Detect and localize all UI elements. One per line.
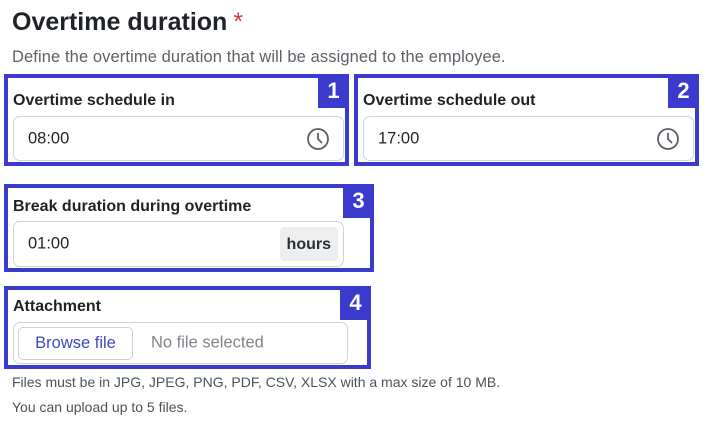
- schedule-out-group: 2 Overtime schedule out 17:00: [354, 74, 699, 166]
- attachment-group: 4 Attachment Browse file No file selecte…: [4, 286, 371, 369]
- badge-3: 3: [343, 184, 374, 218]
- file-status-text: No file selected: [151, 333, 264, 352]
- file-input[interactable]: Browse file No file selected: [13, 322, 348, 364]
- browse-file-button[interactable]: Browse file: [18, 327, 133, 360]
- section-title: Overtime duration *: [12, 8, 243, 37]
- badge-4: 4: [340, 286, 371, 320]
- file-limit-help: You can upload up to 5 files.: [12, 399, 188, 415]
- break-duration-label: Break duration during overtime: [13, 198, 252, 215]
- break-duration-input[interactable]: 01:00 hours: [13, 221, 344, 267]
- break-duration-value: 01:00: [28, 234, 70, 253]
- schedule-out-input[interactable]: 17:00: [363, 116, 694, 161]
- file-format-help: Files must be in JPG, JPEG, PNG, PDF, CS…: [12, 374, 501, 390]
- badge-2: 2: [668, 74, 699, 108]
- schedule-in-value: 08:00: [28, 129, 70, 147]
- section-title-text: Overtime duration: [12, 8, 228, 36]
- badge-1: 1: [318, 74, 349, 108]
- section-description: Define the overtime duration that will b…: [12, 48, 506, 66]
- break-duration-group: 3 Break duration during overtime 01:00 h…: [4, 184, 374, 272]
- schedule-out-value: 17:00: [378, 129, 420, 147]
- clock-icon[interactable]: [306, 127, 330, 151]
- hours-unit-addon: hours: [279, 227, 338, 261]
- schedule-out-label: Overtime schedule out: [363, 92, 536, 109]
- schedule-in-label: Overtime schedule in: [13, 92, 175, 109]
- clock-icon[interactable]: [656, 127, 680, 151]
- attachment-label: Attachment: [13, 298, 102, 315]
- schedule-in-group: 1 Overtime schedule in 08:00: [4, 74, 349, 166]
- required-asterisk: *: [233, 8, 244, 36]
- schedule-in-input[interactable]: 08:00: [13, 116, 344, 161]
